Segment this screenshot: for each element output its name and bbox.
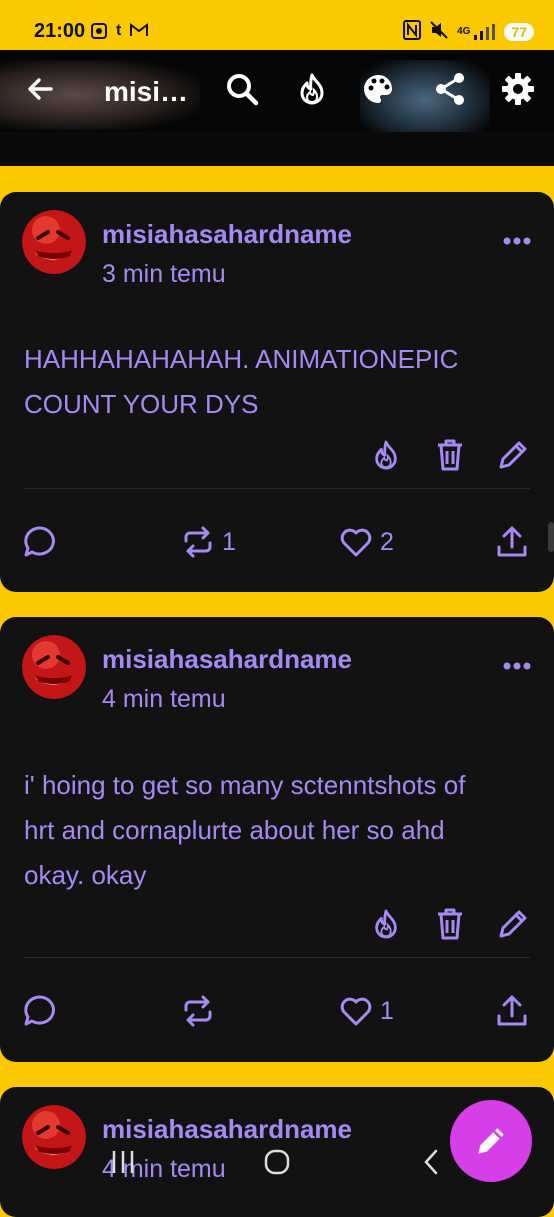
post-text-line: COUNT YOUR DYS	[24, 389, 259, 419]
system-icons: 4G 77	[403, 20, 534, 43]
edit-button[interactable]	[495, 906, 531, 942]
4g-signal-icon: 4G	[457, 23, 496, 41]
comment-icon	[24, 995, 55, 1026]
like-count: 1	[380, 997, 394, 1025]
reblog-button[interactable]	[180, 993, 216, 1029]
settings-button[interactable]	[498, 66, 538, 112]
reblog-icon	[184, 526, 212, 558]
more-dots-icon	[503, 662, 531, 670]
more-options-button[interactable]	[502, 659, 532, 671]
post-username[interactable]: misiahasahardname	[102, 219, 352, 250]
notification-icons: t	[90, 22, 149, 45]
tumblr-icon: t	[116, 22, 122, 39]
like-button[interactable]	[338, 993, 374, 1029]
blaze-post-button[interactable]	[368, 437, 404, 473]
back-chevron-icon	[424, 1149, 438, 1175]
like-count: 2	[380, 528, 394, 556]
more-options-button[interactable]	[502, 234, 532, 246]
flame-icon	[375, 909, 397, 939]
flame-icon	[300, 73, 324, 105]
back-button[interactable]	[20, 66, 60, 112]
reply-button[interactable]	[22, 993, 58, 1029]
blaze-button[interactable]	[292, 66, 332, 112]
back-arrow-icon	[28, 78, 53, 100]
back-nav-button[interactable]	[420, 1148, 442, 1183]
post-body: i' hoing to get so many sctenntshots of …	[24, 763, 534, 898]
pencil-icon	[499, 441, 527, 469]
post-body: HAHHAHAHAHAH. ANIMATIONEPIC COUNT YOUR D…	[24, 337, 534, 427]
status-bar: 21:00 t 4G 77	[0, 0, 554, 50]
divider	[24, 957, 530, 958]
search-button[interactable]	[222, 66, 262, 112]
palette-icon	[364, 75, 392, 103]
trash-icon	[438, 439, 462, 471]
post-timestamp: 3 min temu	[102, 260, 226, 288]
heart-icon	[340, 997, 372, 1026]
theme-button[interactable]	[358, 66, 398, 112]
reblog-button[interactable]	[180, 524, 216, 560]
reply-button[interactable]	[22, 524, 58, 560]
home-button[interactable]	[264, 1148, 290, 1183]
recent-apps-button[interactable]	[108, 1148, 138, 1183]
mute-icon	[429, 20, 449, 43]
header-image-strip	[0, 132, 554, 166]
more-dots-icon	[503, 237, 531, 245]
share-post-button[interactable]	[494, 993, 530, 1029]
recents-icon	[112, 1151, 134, 1173]
divider	[24, 488, 530, 489]
scrollbar-thumb[interactable]	[548, 522, 554, 552]
post-card: misiahasahardname 3 min temu HAHHAHAHAHA…	[0, 192, 554, 592]
edit-button[interactable]	[495, 437, 531, 473]
like-button[interactable]	[338, 524, 374, 560]
status-time: 21:00	[34, 20, 86, 42]
post-username[interactable]: misiahasahardname	[102, 644, 352, 675]
gear-icon	[502, 73, 534, 105]
post-text-line: i' hoing to get so many sctenntshots of	[24, 770, 466, 800]
screen-record-icon	[90, 22, 108, 45]
post-text-line: okay. okay	[24, 860, 147, 890]
blog-title: misi…	[104, 76, 189, 107]
post-card: misiahasahardname 4 min temu i' hoing to…	[0, 617, 554, 1062]
nfc-icon	[403, 20, 422, 43]
reblog-icon	[184, 995, 212, 1027]
upload-share-icon	[497, 995, 527, 1026]
share-icon	[436, 73, 464, 105]
blog-header-toolbar: misi…	[0, 50, 554, 132]
share-button[interactable]	[430, 66, 470, 112]
reblog-count: 1	[222, 528, 236, 556]
blaze-post-button[interactable]	[368, 906, 404, 942]
trash-icon	[438, 908, 462, 940]
post-text-line: hrt and cornaplurte about her so ahd	[24, 815, 445, 845]
battery-indicator: 77	[504, 22, 534, 41]
post-timestamp: 4 min temu	[102, 685, 226, 713]
pencil-icon	[499, 910, 527, 938]
avatar[interactable]	[22, 210, 86, 274]
comment-icon	[24, 526, 55, 557]
search-icon	[227, 74, 259, 106]
share-post-button[interactable]	[494, 524, 530, 560]
delete-button[interactable]	[432, 906, 468, 942]
avatar[interactable]	[22, 635, 86, 699]
flame-icon	[375, 440, 397, 470]
upload-share-icon	[497, 526, 527, 557]
heart-icon	[340, 528, 372, 557]
delete-button[interactable]	[432, 437, 468, 473]
post-text-line: HAHHAHAHAHAH. ANIMATIONEPIC	[24, 344, 459, 374]
gmail-icon	[129, 22, 149, 45]
home-circle-icon	[264, 1149, 290, 1175]
